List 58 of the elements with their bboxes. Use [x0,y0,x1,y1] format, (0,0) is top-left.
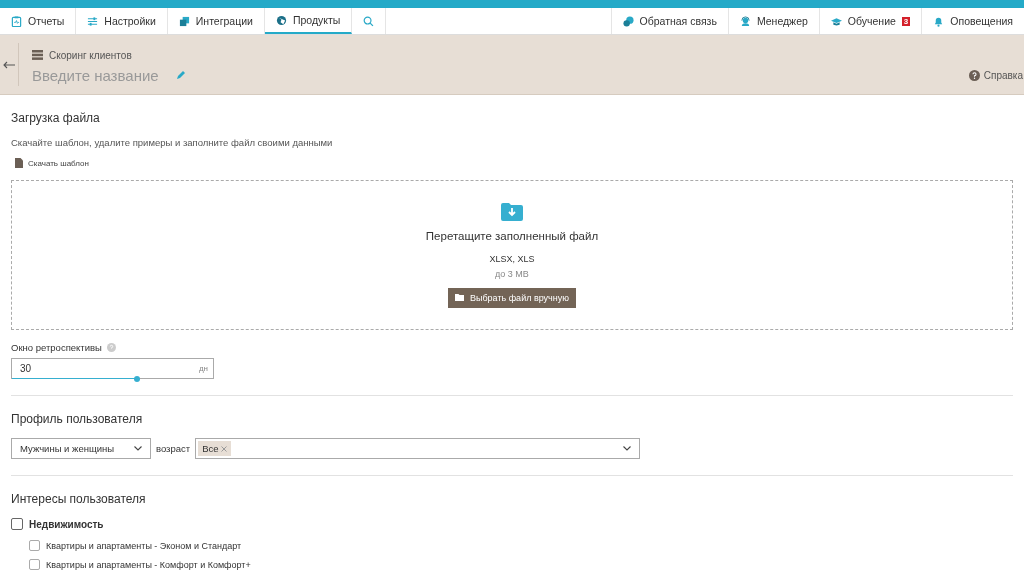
help-icon [968,70,980,81]
nav-tab[interactable]: Интеграции [167,8,265,34]
nav-link[interactable]: Обратная связь [610,8,728,34]
graduation-cap-icon [830,15,842,27]
search-button[interactable] [352,8,387,34]
download-folder-icon [501,202,523,221]
size-limit: до 3 MB [495,268,529,279]
nav-link[interactable]: Обучение 3 [818,8,922,34]
checkbox[interactable] [29,559,40,570]
nav-tab[interactable]: Отчеты [0,8,77,34]
upload-hint: Скачайте шаблон, удалите примеры и заполните файл своими данными [11,137,334,148]
nav-link[interactable]: Оповещения [921,8,1024,34]
interest-checkbox[interactable]: Квартиры и апартаменты - Комфорт и Комфорт+ [29,559,1013,570]
globe-icon [275,14,287,26]
checkbox[interactable] [29,540,40,551]
nav-tab[interactable]: Настройки [76,8,168,34]
search-icon [363,15,375,27]
squares-icon [178,15,190,27]
section-title: Интересы пользователя [11,492,147,506]
nav-link[interactable]: Менеджер [727,8,819,34]
title-field[interactable]: Введите название [32,66,168,84]
interest-checkbox[interactable]: Недвижимость [11,518,1013,530]
age-label: возраст [156,443,191,454]
back-arrow-icon [3,61,15,69]
gender-dropdown[interactable]: Мужчины и женщины [11,438,151,459]
clipboard-icon [11,15,22,27]
list-icon [32,50,43,60]
field-value: 30 [19,363,32,374]
age-tag[interactable]: Все [198,441,232,456]
chat-icon [622,15,634,27]
age-dropdown[interactable]: Все [195,438,641,459]
field-label: Окно ретроспективы [11,342,102,353]
help-link[interactable]: Справка [968,70,1024,81]
nav-tab[interactable]: Продукты [264,8,353,34]
folder-icon [454,294,464,301]
count-badge: 3 [901,16,911,26]
chevron-down-icon [623,446,632,451]
file-drop-zone[interactable]: Перетащите заполненный файл XLSX, XLS до 3 MB Выбрать файл вручную [11,180,1013,330]
section-title: Загрузка файла [11,111,101,125]
headset-icon [739,15,751,27]
drop-title: Перетащите заполненный файл [425,229,599,242]
breadcrumb: Скоринг клиентов [49,49,132,61]
file-icon [15,158,23,168]
pencil-icon[interactable] [176,70,186,80]
checkbox[interactable] [11,518,23,530]
bell-icon [933,15,945,27]
unit-label: дн [198,364,209,373]
interest-checkbox[interactable]: Квартиры и апартаменты - Эконом и Стандарт [29,540,1013,551]
help-icon[interactable] [106,343,116,352]
sliders-icon [87,15,99,27]
choose-file-button[interactable]: Выбрать файл вручную [447,287,576,308]
chevron-down-icon [134,446,142,451]
section-title: Профиль пользователя [11,412,144,426]
remove-icon[interactable] [221,446,228,452]
slider-thumb[interactable] [133,376,140,382]
file-formats: XLSX, XLS [489,253,535,264]
download-template-link[interactable]: Скачать шаблон [11,158,93,168]
days-slider-field[interactable]: 30 дн [11,358,214,379]
